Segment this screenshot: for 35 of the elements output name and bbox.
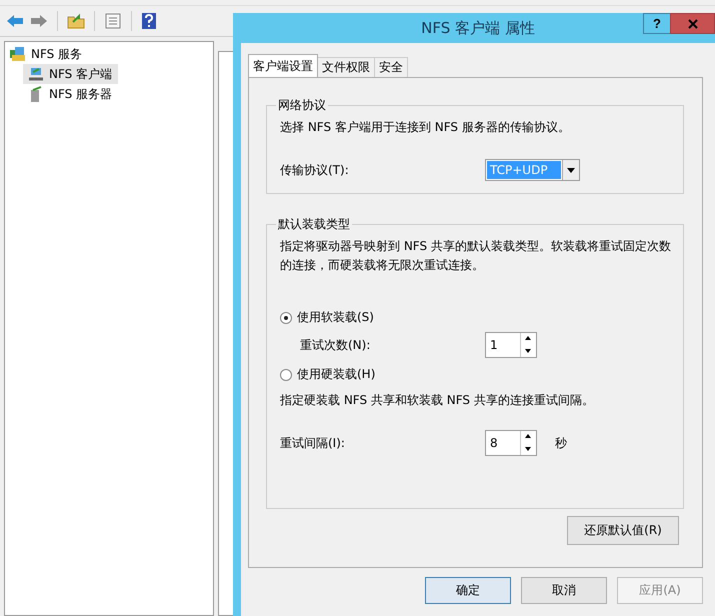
- retry-count-spinner[interactable]: 1: [485, 332, 537, 358]
- radio-circle[interactable]: [280, 312, 292, 324]
- tab[interactable]: 安全: [374, 57, 408, 77]
- help-button[interactable]: ?: [643, 13, 671, 34]
- tree-item[interactable]: NFS 服务器: [23, 84, 118, 104]
- radio-circle[interactable]: [280, 368, 292, 380]
- dropdown-arrow-icon: [567, 168, 575, 172]
- field-label: 重试间隔(I):: [280, 434, 346, 452]
- folder-icon[interactable]: [67, 13, 85, 29]
- description-text: 选择 NFS 客户端用于连接到 NFS 服务器的传输协议。: [280, 119, 571, 136]
- help-icon[interactable]: [141, 12, 157, 30]
- forward-arrow-icon[interactable]: [30, 13, 48, 29]
- tab[interactable]: 客户端设置: [248, 54, 318, 77]
- group-title: 网络协议: [277, 97, 327, 114]
- tree-item[interactable]: NFS 服务: [5, 44, 88, 64]
- description-text: 指定将驱动器号映射到 NFS 共享的默认装载类型。软装载将重试固定次数的连接，而硬装载将无限次重试连接。: [280, 238, 672, 274]
- radio-label: 使用硬装载(H): [297, 366, 376, 383]
- close-icon: [688, 18, 698, 28]
- restore-defaults-button[interactable]: 还原默认值(R): [567, 516, 679, 545]
- group-title: 默认装载类型: [277, 216, 351, 233]
- close-button[interactable]: [670, 13, 715, 34]
- dialog-button[interactable]: 确定: [425, 577, 511, 604]
- retry-interval-spinner[interactable]: 8: [485, 430, 537, 456]
- field-label: 重试次数(N):: [300, 336, 372, 354]
- back-arrow-icon[interactable]: [6, 13, 24, 29]
- description-text: 指定硬装载 NFS 共享和软装载 NFS 共享的连接重试间隔。: [280, 392, 595, 409]
- radio-button[interactable]: 使用软装载(S): [280, 309, 374, 326]
- dialog-title: NFS 客户端 属性: [421, 18, 535, 38]
- field-label: 传输协议(T):: [280, 162, 350, 178]
- dialog-button[interactable]: 取消: [521, 577, 607, 604]
- radio-button[interactable]: 使用硬装载(H): [280, 366, 376, 383]
- radio-label: 使用软装载(S): [297, 309, 374, 326]
- unit-label: 秒: [555, 434, 567, 452]
- list-icon[interactable]: [104, 13, 122, 29]
- tree-item[interactable]: NFS 客户端: [23, 64, 118, 84]
